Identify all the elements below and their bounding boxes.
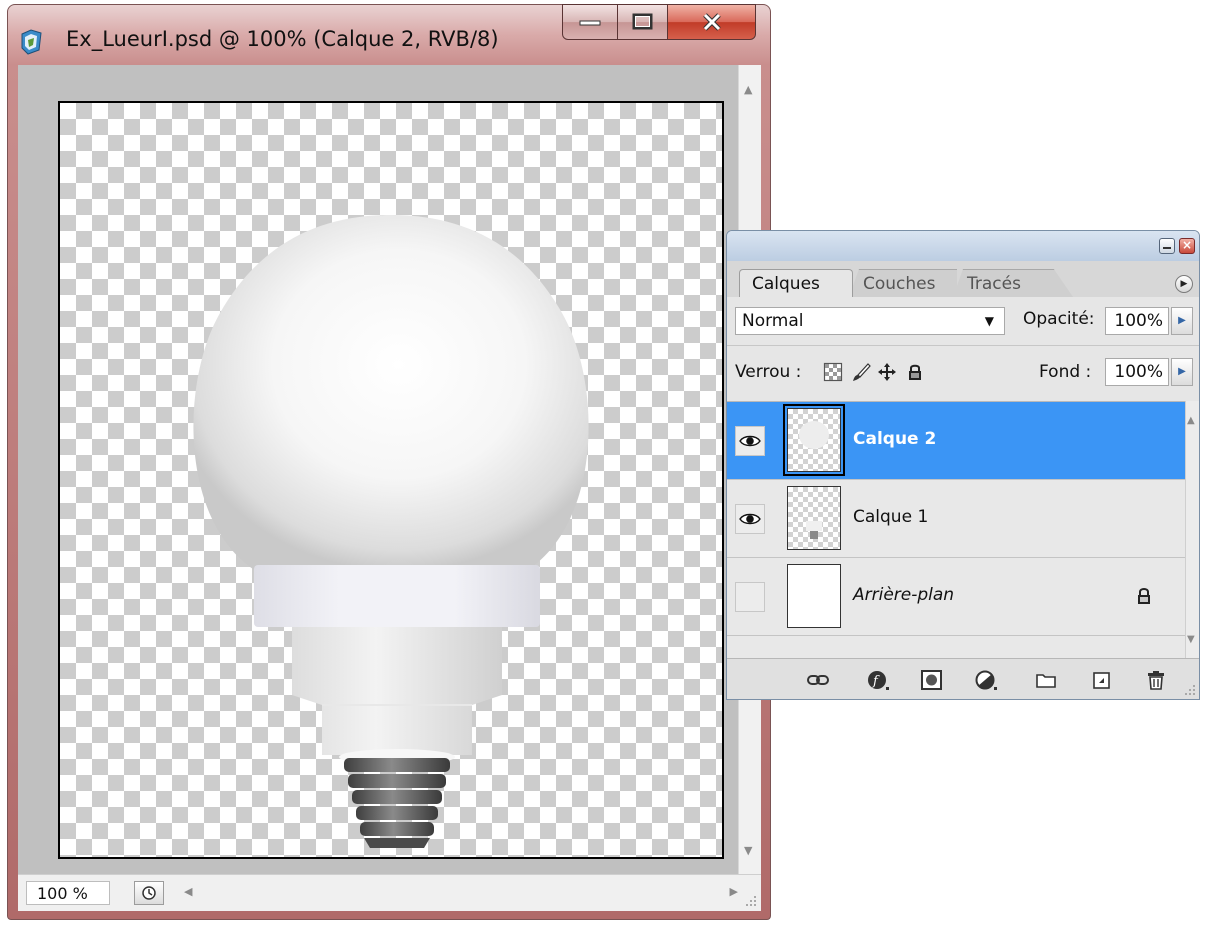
slider-arrow-icon: ▶	[1178, 315, 1186, 326]
scroll-right-arrow-icon[interactable]: ▶	[730, 885, 738, 898]
link-layers-icon[interactable]	[807, 669, 829, 691]
panel-header[interactable]: ×	[727, 231, 1199, 261]
close-icon	[702, 13, 721, 31]
panel-close-button[interactable]: ×	[1179, 238, 1195, 254]
layer-name: Calque 1	[853, 507, 929, 527]
layer-visibility-toggle[interactable]	[735, 426, 765, 456]
collapse-icon	[1163, 247, 1171, 249]
scroll-left-arrow-icon[interactable]: ◀	[184, 885, 192, 898]
new-group-folder-icon[interactable]	[1035, 669, 1057, 691]
window-caption-buttons	[562, 4, 756, 42]
tab-traces[interactable]: Tracés	[953, 269, 1073, 297]
close-icon: ×	[1181, 238, 1193, 252]
bulb-globe-thumbnail-icon	[799, 421, 829, 449]
layer-row-arriere-plan[interactable]: Arrière-plan	[727, 558, 1185, 636]
layer-thumbnail[interactable]	[783, 404, 845, 476]
lock-position-move-icon[interactable]	[877, 362, 897, 382]
dropdown-arrow-icon: ▼	[984, 314, 994, 328]
panel-resize-grip-icon[interactable]	[1184, 684, 1196, 696]
zoom-level-field[interactable]: 100 %	[26, 881, 110, 905]
document-client-area: ▲ ▼ 100 % ◀ ▶	[18, 65, 761, 911]
maximize-icon	[632, 13, 652, 30]
lock-label: Verrou :	[735, 362, 802, 382]
horizontal-scrollbar[interactable]: ◀ ▶	[178, 878, 738, 908]
eye-icon	[739, 435, 761, 447]
panel-menu-button[interactable]: ▶	[1175, 275, 1193, 293]
new-layer-icon[interactable]	[1091, 669, 1113, 691]
layer-style-icon[interactable]: f	[867, 669, 889, 691]
blend-mode-select[interactable]: Normal ▼	[735, 307, 1005, 335]
opacity-label: Opacité:	[1023, 309, 1095, 329]
layer-row-calque-2[interactable]: Calque 2	[727, 402, 1185, 480]
lock-transparency-icon[interactable]	[823, 362, 843, 382]
slider-arrow-icon: ▶	[1178, 366, 1186, 377]
layer-list-scrollbar[interactable]: ▲ ▼	[1185, 401, 1199, 659]
close-button[interactable]	[668, 4, 756, 40]
lock-pixels-brush-icon[interactable]	[851, 362, 871, 382]
layer-thumbnail[interactable]	[787, 564, 841, 628]
fill-input[interactable]: 100%	[1105, 358, 1169, 386]
lock-all-icon[interactable]	[905, 362, 925, 382]
document-canvas[interactable]	[58, 101, 724, 859]
document-status-bar: 100 % ◀ ▶	[18, 874, 761, 911]
scroll-down-arrow-icon[interactable]: ▼	[744, 844, 752, 857]
photoshop-document-icon	[21, 29, 42, 55]
panel-menu-arrow-icon: ▶	[1180, 279, 1188, 289]
document-title: Ex_LueurI.psd @ 100% (Calque 2, RVB/8)	[66, 27, 499, 51]
layer-visibility-toggle[interactable]	[735, 582, 765, 612]
scroll-down-arrow-icon[interactable]: ▼	[1187, 634, 1195, 645]
panel-tab-row: Tracés Couches Calques ▶	[727, 261, 1199, 297]
opacity-slider-button[interactable]: ▶	[1171, 307, 1193, 335]
layer-name: Arrière-plan	[853, 585, 955, 605]
opacity-input[interactable]: 100%	[1105, 307, 1169, 335]
panel-collapse-button[interactable]	[1159, 238, 1175, 254]
layers-panel: × Tracés Couches Calques ▶ Normal ▼ Opac…	[726, 230, 1200, 700]
minimize-icon	[579, 20, 601, 26]
fill-label: Fond :	[1039, 362, 1092, 382]
delete-layer-trash-icon[interactable]	[1145, 669, 1167, 691]
document-titlebar[interactable]: Ex_LueurI.psd @ 100% (Calque 2, RVB/8)	[8, 4, 770, 65]
tab-calques[interactable]: Calques	[739, 269, 853, 297]
bulb-base-thumbnail-icon	[806, 521, 822, 539]
status-info-button[interactable]	[134, 881, 164, 905]
layer-list: Calque 2 Calque 1 Arrière-plan	[727, 401, 1185, 660]
maximize-button[interactable]	[618, 4, 668, 40]
minimize-button[interactable]	[562, 4, 618, 40]
layer-row-calque-1[interactable]: Calque 1	[727, 480, 1185, 558]
layer-locked-icon	[1138, 588, 1150, 604]
blend-row: Normal ▼ Opacité: 100% ▶	[727, 297, 1199, 346]
fill-slider-button[interactable]: ▶	[1171, 358, 1193, 386]
adjustment-layer-icon[interactable]	[975, 669, 997, 691]
scroll-up-arrow-icon[interactable]: ▲	[1187, 415, 1195, 426]
lock-row: Verrou : Fond : 100% ▶	[727, 346, 1199, 400]
resize-grip-icon[interactable]	[744, 894, 758, 908]
layer-thumbnail[interactable]	[787, 486, 841, 550]
panel-footer: f	[727, 658, 1199, 699]
scroll-up-arrow-icon[interactable]: ▲	[744, 83, 752, 96]
status-menu-icon	[142, 886, 156, 900]
blend-mode-value: Normal	[742, 311, 804, 331]
eye-icon	[739, 513, 761, 525]
layer-name: Calque 2	[853, 429, 937, 449]
document-window: Ex_LueurI.psd @ 100% (Calque 2, RVB/8) ▲…	[7, 4, 771, 920]
tab-couches[interactable]: Couches	[849, 269, 957, 297]
layer-mask-icon[interactable]	[921, 669, 943, 691]
layer-visibility-toggle[interactable]	[735, 504, 765, 534]
light-bulb-image	[193, 215, 589, 848]
